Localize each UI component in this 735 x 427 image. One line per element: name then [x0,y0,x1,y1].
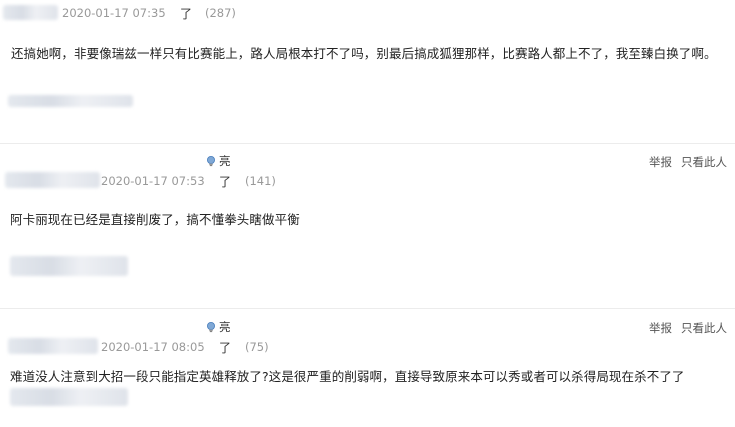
post-divider [0,143,735,144]
ding-count: (287) [205,6,236,20]
report-link[interactable]: 举报 [649,320,672,336]
avatar-username-blurred [3,5,58,20]
signature-blurred [10,256,128,276]
only-view-author-link[interactable]: 只看此人 [681,154,727,170]
post-body: 阿卡丽现在已经是直接削废了，搞不懂拳头瞎做平衡 [10,212,300,227]
ding-count: (141) [245,174,276,188]
ding-button[interactable]: 了 [180,5,192,22]
avatar-username-blurred [8,338,98,354]
post-timestamp: 2020-01-17 07:53 [101,174,205,188]
lightbulb-icon [207,322,215,333]
post-divider [0,308,735,309]
ding-button[interactable]: 了 [219,339,231,356]
lightbulb-icon [207,156,215,167]
report-link[interactable]: 举报 [649,154,672,170]
signature-blurred [8,95,133,107]
badge-label[interactable]: 亮 [219,319,231,335]
avatar-username-blurred [5,172,100,188]
post-body: 难道没人注意到大招一段只能指定英雄释放了?这是很严重的削弱啊，直接导致原来本可以… [10,369,685,384]
only-view-author-link[interactable]: 只看此人 [681,320,727,336]
signature-blurred [10,388,128,406]
ding-count: (75) [245,340,269,354]
post-timestamp: 2020-01-17 07:35 [62,6,166,20]
ding-button[interactable]: 了 [219,173,231,190]
post-timestamp: 2020-01-17 08:05 [101,340,205,354]
badge-label[interactable]: 亮 [219,153,231,169]
post-body: 还搞她啊，非要像瑞兹一样只有比赛能上，路人局根本打不了吗，别最后搞成狐狸那样，比… [11,46,717,61]
